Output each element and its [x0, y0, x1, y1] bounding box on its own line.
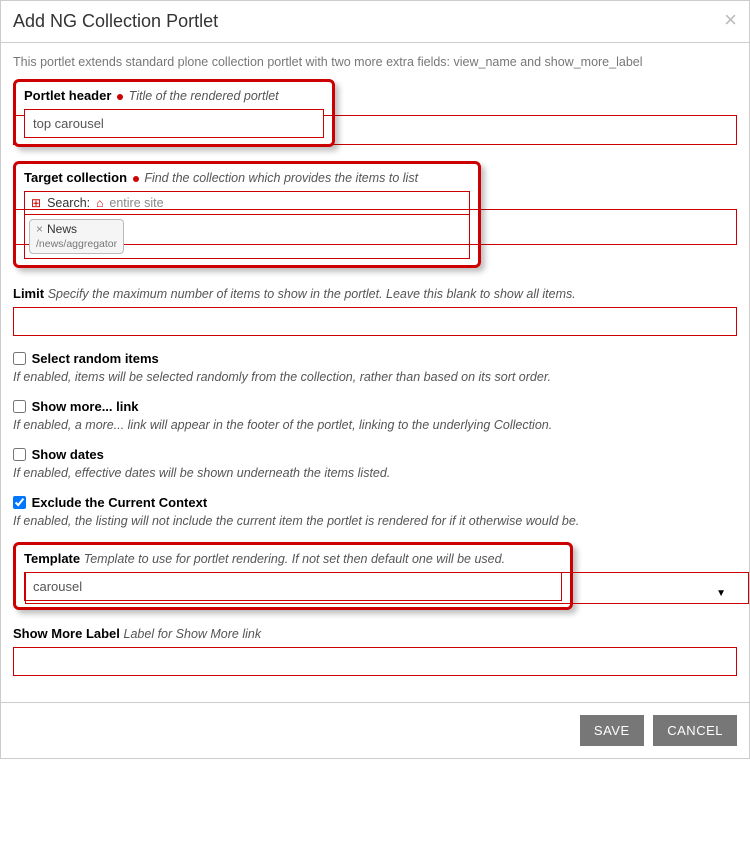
remove-tag-icon[interactable]: ×: [36, 222, 43, 236]
template-help: Template to use for portlet rendering. I…: [84, 552, 505, 566]
dialog-header: Add NG Collection Portlet ×: [1, 1, 749, 43]
required-dot-icon: [133, 176, 139, 182]
search-scope: entire site: [109, 196, 163, 210]
target-collection-selected: × News /news/aggregator: [24, 214, 470, 259]
limit-input[interactable]: [13, 307, 737, 336]
field-exclude-context: Exclude the Current Context If enabled, …: [13, 494, 737, 528]
show-more-checkbox[interactable]: [13, 400, 26, 413]
highlight-target-collection: Target collection Find the collection wh…: [13, 161, 481, 268]
target-collection-label: Target collection: [24, 170, 127, 185]
dialog-footer: SAVE CANCEL: [1, 702, 749, 758]
close-icon[interactable]: ×: [724, 9, 737, 31]
home-icon[interactable]: ⌂: [96, 196, 103, 210]
show-more-label-label: Show More Label: [13, 626, 120, 641]
target-collection-search-row[interactable]: ⊞ Search: ⌂ entire site: [24, 191, 470, 215]
limit-help: Specify the maximum number of items to s…: [48, 287, 576, 301]
field-show-more-label: Show More Label Label for Show More link: [13, 626, 737, 676]
random-label: Select random items: [32, 351, 159, 366]
portlet-header-input[interactable]: [24, 109, 324, 138]
selected-collection-path: /news/aggregator: [36, 238, 117, 250]
show-more-label-help: Label for Show More link: [124, 627, 262, 641]
random-checkbox[interactable]: [13, 352, 26, 365]
field-show-more: Show more... link If enabled, a more... …: [13, 398, 737, 432]
cancel-button[interactable]: CANCEL: [653, 715, 737, 746]
exclude-context-help: If enabled, the listing will not include…: [13, 514, 737, 528]
portlet-header-help: Title of the rendered portlet: [129, 89, 279, 103]
show-dates-checkbox[interactable]: [13, 448, 26, 461]
field-template: Template Template to use for portlet ren…: [13, 542, 737, 604]
template-select-bg: ▼: [25, 572, 749, 604]
search-label: Search:: [47, 196, 90, 210]
show-dates-label: Show dates: [32, 447, 104, 462]
limit-label: Limit: [13, 286, 44, 301]
required-dot-icon: [117, 94, 123, 100]
highlight-portlet-header: Portlet header Title of the rendered por…: [13, 79, 335, 147]
dialog-body: This portlet extends standard plone coll…: [1, 43, 749, 702]
add-portlet-dialog: Add NG Collection Portlet × This portlet…: [0, 0, 750, 759]
dialog-intro: This portlet extends standard plone coll…: [13, 55, 737, 69]
dialog-title: Add NG Collection Portlet: [13, 11, 218, 31]
exclude-context-label: Exclude the Current Context: [32, 495, 208, 510]
target-collection-help: Find the collection which provides the i…: [144, 171, 418, 185]
sitemap-icon: ⊞: [31, 196, 41, 210]
random-help: If enabled, items will be selected rando…: [13, 370, 737, 384]
show-dates-help: If enabled, effective dates will be show…: [13, 466, 737, 480]
show-more-help: If enabled, a more... link will appear i…: [13, 418, 737, 432]
portlet-header-label: Portlet header: [24, 88, 111, 103]
selected-collection-title: News: [47, 222, 77, 236]
field-portlet-header: Portlet header Title of the rendered por…: [13, 79, 737, 147]
chevron-down-icon: ▼: [716, 588, 726, 599]
show-more-label: Show more... link: [32, 399, 139, 414]
template-label: Template: [24, 551, 80, 566]
field-show-dates: Show dates If enabled, effective dates w…: [13, 446, 737, 480]
exclude-context-checkbox[interactable]: [13, 496, 26, 509]
field-limit: Limit Specify the maximum number of item…: [13, 286, 737, 336]
show-more-label-input[interactable]: [13, 647, 737, 676]
selected-collection-tag[interactable]: × News /news/aggregator: [29, 219, 124, 254]
save-button[interactable]: SAVE: [580, 715, 644, 746]
field-random: Select random items If enabled, items wi…: [13, 350, 737, 384]
field-target-collection: Target collection Find the collection wh…: [13, 161, 737, 268]
